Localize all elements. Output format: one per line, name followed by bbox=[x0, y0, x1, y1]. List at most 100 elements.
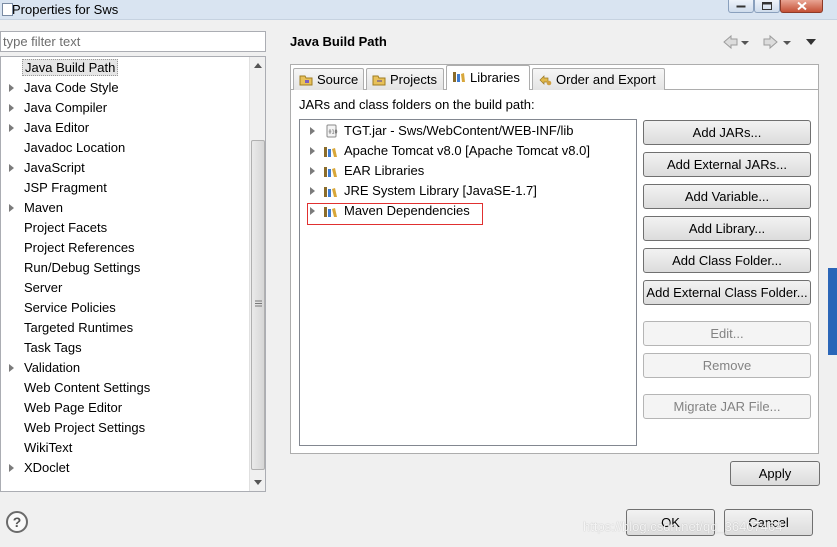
tree-item-label: Server bbox=[24, 280, 63, 295]
tree-item-label: XDoclet bbox=[24, 460, 70, 475]
tree-item[interactable]: Java Code Style bbox=[1, 78, 250, 98]
tree-item-label: Service Policies bbox=[24, 300, 116, 315]
apply-button[interactable]: Apply bbox=[730, 461, 820, 486]
cancel-button[interactable]: Cancel bbox=[724, 509, 813, 536]
window-title: Properties for Sws bbox=[12, 2, 119, 17]
add-jars-button[interactable]: Add JARs... bbox=[643, 120, 811, 145]
tab-order-and-export[interactable]: Order and Export bbox=[532, 68, 665, 90]
close-icon bbox=[796, 1, 807, 11]
grip-icon bbox=[255, 300, 262, 307]
page-navigation bbox=[722, 34, 818, 50]
tree-item-label: Project References bbox=[24, 240, 135, 255]
tree-item-label: Targeted Runtimes bbox=[24, 320, 134, 335]
page-title: Java Build Path bbox=[290, 34, 387, 49]
library-icon bbox=[324, 187, 337, 197]
tree-item[interactable]: Validation bbox=[1, 358, 250, 378]
build-path-label: JARs and class folders on the build path… bbox=[299, 97, 535, 112]
expand-arrow-icon[interactable] bbox=[9, 364, 14, 372]
tree-item[interactable]: Maven bbox=[1, 198, 250, 218]
expand-arrow-icon[interactable] bbox=[9, 84, 14, 92]
library-icon bbox=[324, 167, 337, 177]
expand-arrow-icon[interactable] bbox=[9, 164, 14, 172]
tab-label: Projects bbox=[390, 72, 437, 87]
tab-label: Source bbox=[317, 72, 359, 87]
help-icon[interactable]: ? bbox=[6, 511, 28, 533]
expand-arrow-icon[interactable] bbox=[9, 464, 14, 472]
expand-arrow-icon[interactable] bbox=[310, 127, 315, 135]
libraries-icon bbox=[453, 72, 465, 82]
edit-button[interactable]: Edit... bbox=[643, 321, 811, 346]
tree-item[interactable]: JavaScript bbox=[1, 158, 250, 178]
expand-arrow-icon[interactable] bbox=[310, 167, 315, 175]
tree-item[interactable]: Java Compiler bbox=[1, 98, 250, 118]
filter-field[interactable] bbox=[0, 31, 266, 52]
expand-arrow-icon[interactable] bbox=[310, 187, 315, 195]
expand-arrow-icon[interactable] bbox=[9, 124, 14, 132]
tree-item[interactable]: Run/Debug Settings bbox=[1, 258, 250, 278]
library-icon bbox=[324, 147, 337, 157]
tree-item-label: Java Compiler bbox=[24, 100, 108, 115]
filter-input[interactable] bbox=[1, 32, 265, 51]
add-external-jars-button[interactable]: Add External JARs... bbox=[643, 152, 811, 177]
build-path-entry[interactable]: JRE System Library [JavaSE-1.7] bbox=[300, 181, 636, 201]
expand-arrow-icon[interactable] bbox=[9, 104, 14, 112]
tree-item-label: Java Build Path bbox=[22, 59, 119, 76]
tree-item[interactable]: Server bbox=[1, 278, 250, 298]
tree-item[interactable]: Web Page Editor bbox=[1, 398, 250, 418]
scroll-down-arrow-icon[interactable] bbox=[254, 480, 262, 485]
minimize-icon bbox=[736, 5, 746, 8]
tree-item-label: Project Facets bbox=[24, 220, 108, 235]
tab-label: Libraries bbox=[470, 70, 520, 85]
build-path-entry[interactable]: Apache Tomcat v8.0 [Apache Tomcat v8.0] bbox=[300, 141, 636, 161]
scroll-up-arrow-icon[interactable] bbox=[254, 63, 262, 68]
expand-arrow-icon[interactable] bbox=[9, 204, 14, 212]
tab-source[interactable]: Source bbox=[293, 68, 364, 90]
jar-icon: 010 bbox=[326, 124, 338, 138]
tree-item-label: Java Code Style bbox=[24, 80, 119, 95]
migrate-jar-button[interactable]: Migrate JAR File... bbox=[643, 394, 811, 419]
tree-item[interactable]: WikiText bbox=[1, 438, 250, 458]
tree-item[interactable]: Javadoc Location bbox=[1, 138, 250, 158]
entry-label: JRE System Library [JavaSE-1.7] bbox=[344, 183, 537, 198]
ok-button[interactable]: OK bbox=[626, 509, 715, 536]
annotation-highlight-box bbox=[307, 203, 483, 225]
remove-button[interactable]: Remove bbox=[643, 353, 811, 378]
tree-item[interactable]: Web Project Settings bbox=[1, 418, 250, 438]
tree-item-label: Web Project Settings bbox=[24, 420, 146, 435]
add-class-folder-button[interactable]: Add Class Folder... bbox=[643, 248, 811, 273]
build-path-entry[interactable]: EAR Libraries bbox=[300, 161, 636, 181]
tree-item-label: Web Content Settings bbox=[24, 380, 151, 395]
tree-item[interactable]: Service Policies bbox=[1, 298, 250, 318]
tree-item[interactable]: Java Editor bbox=[1, 118, 250, 138]
tree-item[interactable]: Targeted Runtimes bbox=[1, 318, 250, 338]
tab-projects[interactable]: Projects bbox=[366, 68, 444, 90]
tree-item[interactable]: Project Facets bbox=[1, 218, 250, 238]
tree-scrollbar[interactable] bbox=[249, 57, 265, 491]
tree-item[interactable]: Task Tags bbox=[1, 338, 250, 358]
build-path-entries: 010 TGT.jar - Sws/WebContent/WEB-INF/lib A… bbox=[299, 119, 637, 446]
navigation-arrows-icon[interactable] bbox=[722, 34, 818, 50]
tree-item[interactable]: Web Content Settings bbox=[1, 378, 250, 398]
expand-arrow-icon[interactable] bbox=[310, 147, 315, 155]
projects-icon bbox=[372, 75, 386, 86]
tree-item[interactable]: JSP Fragment bbox=[1, 178, 250, 198]
tree-item-label: Javadoc Location bbox=[24, 140, 126, 155]
tree-item[interactable]: Project References bbox=[1, 238, 250, 258]
title-bar: Properties for Sws bbox=[0, 0, 837, 20]
add-external-class-folder-button[interactable]: Add External Class Folder... bbox=[643, 280, 811, 305]
close-window-button[interactable] bbox=[780, 0, 823, 13]
build-path-entry[interactable]: 010 TGT.jar - Sws/WebContent/WEB-INF/lib bbox=[300, 121, 636, 141]
tree-item[interactable]: XDoclet bbox=[1, 458, 250, 478]
maximize-button[interactable] bbox=[754, 0, 780, 13]
scrollbar-thumb[interactable] bbox=[251, 140, 265, 470]
tree-item-label: Maven bbox=[24, 200, 64, 215]
add-library-button[interactable]: Add Library... bbox=[643, 216, 811, 241]
tab-label: Order and Export bbox=[556, 72, 656, 87]
tree-item[interactable]: Java Build Path bbox=[1, 58, 250, 78]
minimize-button[interactable] bbox=[728, 0, 754, 13]
tab-libraries[interactable]: Libraries bbox=[446, 65, 530, 90]
tree-item-label: Web Page Editor bbox=[24, 400, 123, 415]
background-window-edge bbox=[828, 268, 837, 355]
order-export-icon bbox=[539, 75, 552, 86]
add-variable-button[interactable]: Add Variable... bbox=[643, 184, 811, 209]
